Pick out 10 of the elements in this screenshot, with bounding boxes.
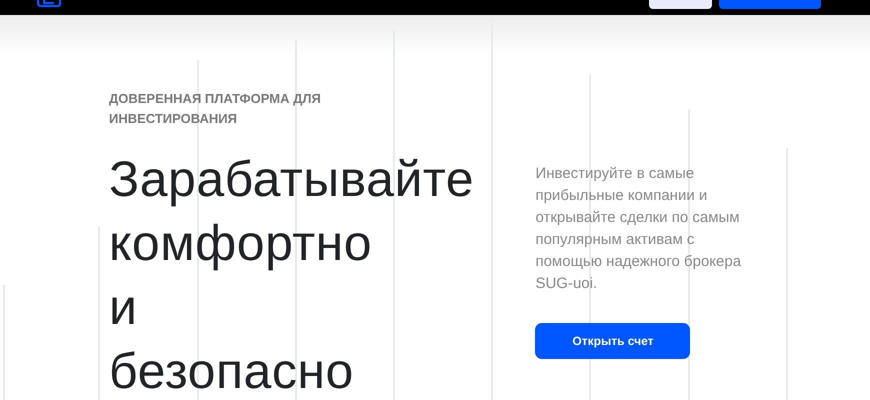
header-button[interactable] — [719, 0, 821, 9]
heading-line: безопасно — [109, 342, 354, 400]
heading-line: Зарабатывайте — [109, 150, 474, 209]
heading-line: и — [109, 278, 138, 337]
description-text: Инвестируйте в самые прибыльные компании и открывайте сделки по самым популярным активам с помощью надежного брокера SUG-uoi. — [535, 164, 742, 294]
eyebrow-text: ДОВЕРЕННАЯ ПЛАТФОРМА ДЛЯ ИНВЕСТИРОВАНИЯ — [109, 90, 322, 128]
open-account-button[interactable]: Открыть счет — [535, 323, 690, 359]
logo-icon[interactable] — [36, 0, 62, 8]
heading-line: комфортно — [109, 214, 372, 273]
header-button[interactable] — [649, 0, 712, 9]
